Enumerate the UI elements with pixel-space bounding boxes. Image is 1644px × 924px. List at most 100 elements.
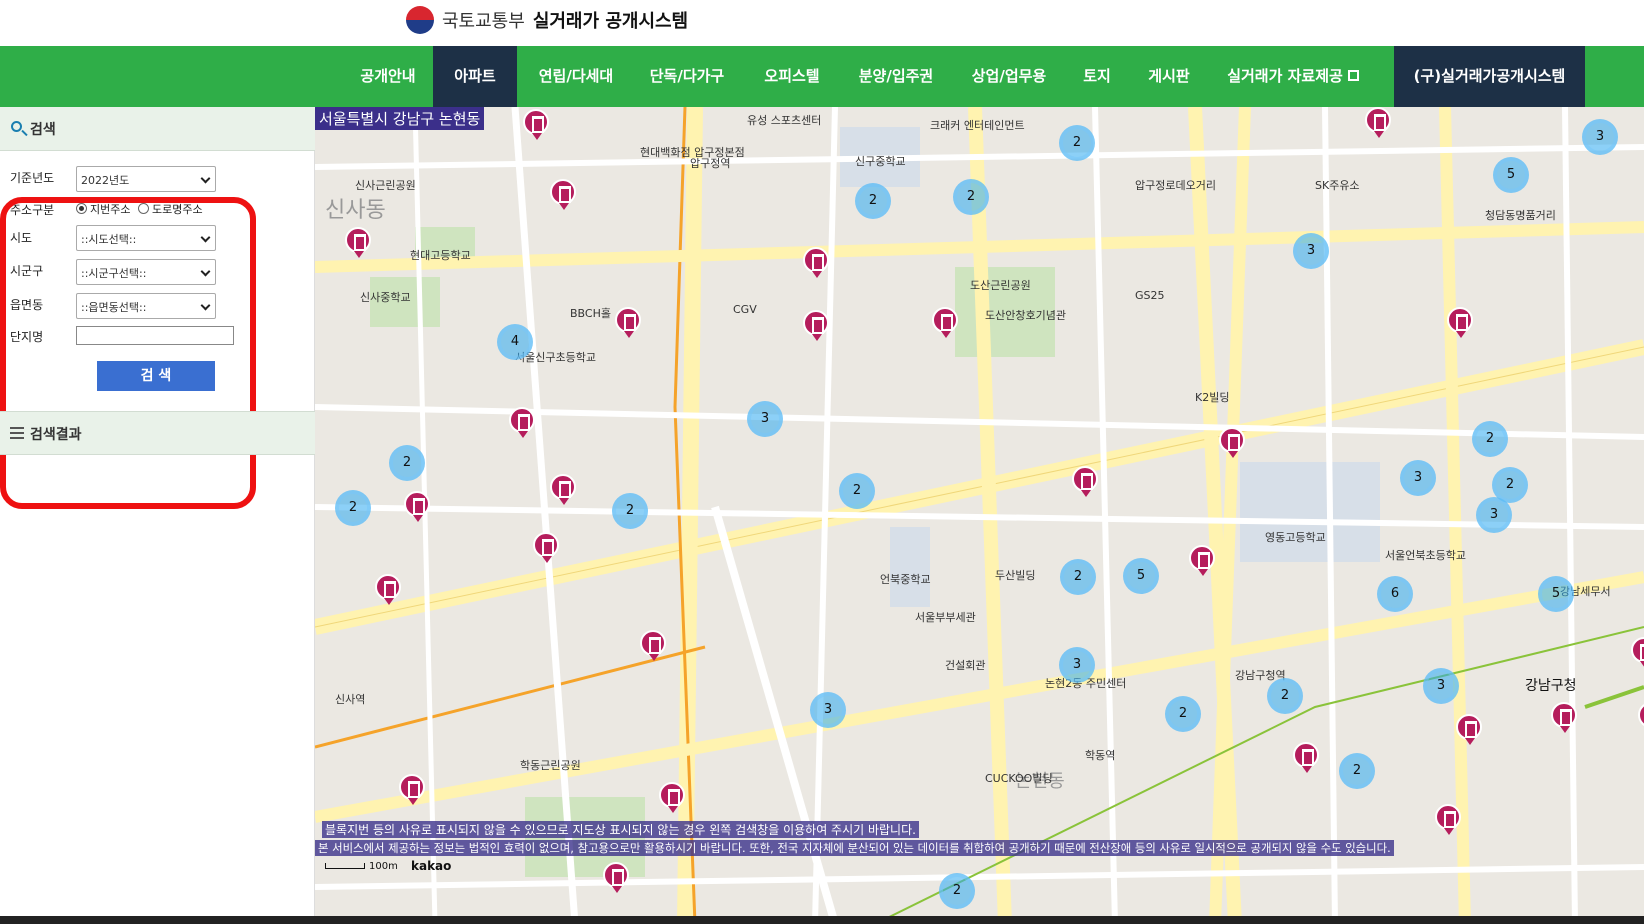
apartment-pin[interactable] [550, 474, 576, 505]
cluster-marker[interactable]: 2 [389, 445, 425, 481]
apartment-pin[interactable] [1551, 702, 1577, 733]
cluster-marker[interactable]: 2 [839, 473, 875, 509]
cluster-marker[interactable]: 5 [1493, 157, 1529, 193]
place-label: 압구정로데오거리 [1135, 179, 1216, 192]
map-canvas[interactable]: 서울특별시 강남구 논현동 현대백화점 압구정본점 유성 스포츠센터 크래커 엔… [315, 107, 1644, 924]
place-label: 압구정역 [690, 157, 731, 170]
place-label: 건설회관 [945, 659, 986, 672]
list-icon [10, 427, 24, 441]
cluster-marker[interactable]: 2 [335, 490, 371, 526]
place-label: 현대고등학교 [410, 249, 471, 262]
apartment-pin[interactable] [615, 307, 641, 338]
place-label: 학동근린공원 [520, 759, 581, 772]
cluster-marker[interactable]: 3 [1293, 233, 1329, 269]
cluster-marker[interactable]: 2 [1267, 678, 1303, 714]
apartment-pin[interactable] [1447, 307, 1473, 338]
nav-item-apartment[interactable]: 아파트 [433, 46, 517, 107]
apartment-pin[interactable] [1365, 107, 1391, 138]
cluster-marker[interactable]: 2 [1060, 559, 1096, 595]
nav-item-row-house[interactable]: 연립/다세대 [533, 46, 619, 107]
apartment-pin[interactable] [1293, 742, 1319, 773]
apartment-pin[interactable] [550, 179, 576, 210]
system-name: 실거래가 공개시스템 [532, 11, 689, 32]
nav-item-legacy-system[interactable]: (구)실거래가공개시스템 [1394, 46, 1585, 107]
apartment-pin[interactable] [523, 109, 549, 140]
nav-item-officetel[interactable]: 오피스텔 [760, 46, 824, 107]
cluster-marker[interactable]: 6 [1377, 576, 1413, 612]
cluster-marker[interactable]: 5 [1538, 576, 1574, 612]
cluster-marker[interactable]: 4 [497, 324, 533, 360]
nav-item-commercial[interactable]: 상업/업무용 [966, 46, 1052, 107]
cluster-marker[interactable]: 2 [953, 179, 989, 215]
place-label: BBCH홀 [570, 307, 611, 320]
apartment-pin[interactable] [399, 774, 425, 805]
cluster-marker[interactable]: 3 [810, 692, 846, 728]
highlight-outline [0, 197, 256, 509]
cluster-marker[interactable]: 2 [1165, 696, 1201, 732]
cluster-marker[interactable]: 2 [1339, 753, 1375, 789]
apartment-pin[interactable] [404, 491, 430, 522]
place-label: 도산근린공원 [970, 279, 1031, 292]
cluster-marker[interactable]: 2 [1059, 125, 1095, 161]
map-scale: 100m [325, 861, 398, 872]
apartment-pin[interactable] [803, 310, 829, 341]
cluster-marker[interactable]: 3 [1423, 668, 1459, 704]
place-label: 청담동명품거리 [1485, 209, 1556, 222]
place-label: 크래커 엔터테인먼트 [930, 119, 1025, 132]
apartment-pin[interactable] [659, 782, 685, 813]
cluster-marker[interactable]: 3 [1059, 647, 1095, 683]
place-label: 서울부부세관 [915, 611, 976, 624]
apartment-pin[interactable] [603, 862, 629, 893]
site-logo[interactable]: 국토교통부 실거래가 공개시스템 [406, 6, 688, 34]
place-label: CGV [733, 303, 757, 316]
place-label: 유성 스포츠센터 [747, 114, 822, 127]
map-notice-1: 블록지번 등의 사유로 표시되지 않을 수 있으므로 지도상 표시되지 않는 경… [322, 821, 919, 838]
apartment-pin[interactable] [932, 307, 958, 338]
ministry-name: 국토교통부 [442, 11, 525, 32]
apartment-pin[interactable] [1219, 427, 1245, 458]
nav-item-detached[interactable]: 단독/다가구 [644, 46, 730, 107]
apartment-pin[interactable] [1072, 466, 1098, 497]
place-label: 신사중학교 [360, 291, 411, 304]
cluster-marker[interactable]: 3 [747, 401, 783, 437]
nav-item-board[interactable]: 게시판 [1142, 46, 1196, 107]
apartment-pin[interactable] [345, 227, 371, 258]
nav-item-presale[interactable]: 분양/입주권 [853, 46, 939, 107]
nav-item-land[interactable]: 토지 [1077, 46, 1117, 107]
place-label: 신사동 [325, 198, 386, 223]
cluster-marker[interactable]: 5 [1123, 558, 1159, 594]
place-label: 서울언북초등학교 [1385, 549, 1466, 562]
sidebar: 검색 기준년도 2022년도 주소구분 지번주소 도로명주소 시도 ::시도선택… [0, 107, 315, 924]
map-base [315, 107, 1644, 924]
bottom-bar [0, 916, 1644, 924]
map-notice-2: 본 서비스에서 제공하는 정보는 법적인 효력이 없으며, 참고용으로만 활용하… [315, 840, 1394, 856]
place-label: 학동역 [1085, 749, 1116, 762]
main-nav: 공개안내 아파트 연립/다세대 단독/다가구 오피스텔 분양/입주권 상업/업무… [0, 46, 1644, 107]
year-select-value: 2022년도 [81, 174, 130, 187]
cluster-marker[interactable]: 2 [939, 873, 975, 909]
cluster-marker[interactable]: 2 [1492, 467, 1528, 503]
apartment-pin[interactable] [375, 574, 401, 605]
year-select[interactable]: 2022년도 [76, 166, 216, 192]
cluster-marker[interactable]: 2 [855, 183, 891, 219]
place-label: 신사역 [335, 693, 366, 706]
apartment-pin[interactable] [509, 407, 535, 438]
nav-item-data-provision[interactable]: 실거래가 자료제공 [1218, 46, 1368, 107]
apartment-pin[interactable] [1189, 545, 1215, 576]
scale-label: 100m [369, 861, 398, 872]
search-title: 검색 [30, 122, 56, 138]
nav-item-announcement[interactable]: 공개안내 [356, 46, 420, 107]
apartment-pin[interactable] [533, 532, 559, 563]
place-label: 두산빌딩 [995, 569, 1036, 582]
apartment-pin[interactable] [640, 630, 666, 661]
place-label: 언북중학교 [880, 573, 931, 586]
cluster-marker[interactable]: 3 [1582, 119, 1618, 155]
apartment-pin[interactable] [1435, 804, 1461, 835]
cluster-marker[interactable]: 2 [1472, 421, 1508, 457]
cluster-marker[interactable]: 2 [612, 493, 648, 529]
map-provider-logo[interactable]: kakao [411, 859, 451, 873]
apartment-pin[interactable] [1456, 714, 1482, 745]
apartment-pin[interactable] [803, 247, 829, 278]
cluster-marker[interactable]: 3 [1400, 460, 1436, 496]
place-label: CUCKOO빌딩 [985, 772, 1053, 785]
